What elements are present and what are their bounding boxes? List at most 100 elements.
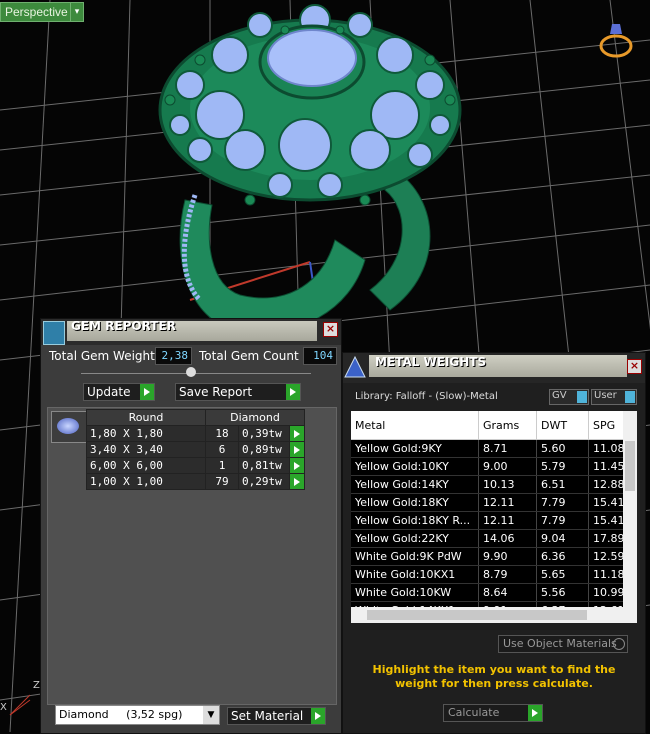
user-toggle[interactable]: User: [591, 389, 637, 405]
user-label: User: [594, 390, 617, 401]
gem-reporter-panel: GEM REPORTER × Total Gem Weight 2,38 Tot…: [40, 318, 342, 734]
update-label: Update: [87, 385, 131, 399]
play-icon: [528, 705, 542, 721]
gem-weight: 0,81tw: [238, 457, 290, 474]
gv-label: GV: [552, 390, 567, 401]
close-icon[interactable]: ×: [627, 359, 642, 374]
play-icon[interactable]: [289, 425, 305, 442]
table-row[interactable]: 3,40 X 3,40 6 0,89tw: [86, 441, 305, 458]
update-button[interactable]: Update: [83, 383, 155, 401]
metal-name: White Gold:9K PdW: [351, 547, 479, 566]
gem-size: 1,00 X 1,00: [86, 473, 206, 490]
metal-dwt: 5.65: [536, 565, 589, 584]
table-row[interactable]: 1,00 X 1,00 79 0,29tw: [86, 473, 305, 490]
round-gem-icon[interactable]: [51, 411, 87, 443]
play-icon[interactable]: [289, 457, 305, 474]
table-row[interactable]: 6,00 X 6,00 1 0,81tw: [86, 457, 305, 474]
metal-grams: 8.79: [478, 565, 537, 584]
gem-reporter-titlebar[interactable]: GEM REPORTER ×: [41, 319, 341, 345]
viewport-label[interactable]: Perspective: [0, 2, 73, 22]
horizontal-scrollbar[interactable]: [351, 607, 637, 623]
toggle-indicator: [625, 391, 635, 403]
metal-grams: 12.11: [478, 493, 537, 512]
metal-dwt: 9.04: [536, 529, 589, 548]
gem-count: 6: [205, 441, 239, 458]
vertical-scrollbar[interactable]: [623, 411, 637, 607]
table-row[interactable]: Yellow Gold:14KY 10.13 6.51 12.88: [351, 475, 635, 494]
material-select[interactable]: Diamond (3,52 spg) ▼: [55, 705, 220, 725]
material-select-value: Diamond (3,52 spg): [59, 708, 183, 721]
gem-reporter-icon: [43, 321, 65, 345]
scroll-thumb[interactable]: [625, 441, 635, 491]
table-row[interactable]: White Gold:10KX1 8.79 5.65 11.18: [351, 565, 635, 584]
metal-weights-panel: METAL WEIGHTS × Library: Falloff - (Slow…: [342, 352, 646, 734]
metal-grams: 8.64: [478, 583, 537, 602]
table-row[interactable]: 1,80 X 1,80 18 0,39tw: [86, 425, 305, 442]
metal-name: Yellow Gold:14KY: [351, 475, 479, 494]
metal-grams: 9.90: [478, 547, 537, 566]
table-row[interactable]: Yellow Gold:22KY 14.06 9.04 17.89: [351, 529, 635, 548]
play-icon[interactable]: [289, 473, 305, 490]
use-object-materials-label: Use Object Materials: [503, 637, 617, 650]
metal-weights-title: METAL WEIGHTS: [375, 355, 487, 369]
col-material: Diamond: [205, 409, 305, 426]
metal-name: Yellow Gold:22KY: [351, 529, 479, 548]
scroll-thumb[interactable]: [367, 610, 587, 620]
table-row[interactable]: Yellow Gold:18KY R... 12.11 7.79 15.41: [351, 511, 635, 530]
toggle-indicator: [577, 391, 587, 403]
calculate-label: Calculate: [448, 706, 500, 719]
gem-size: 1,80 X 1,80: [86, 425, 206, 442]
table-row[interactable]: Yellow Gold:9KY 8.71 5.60 11.08: [351, 439, 635, 458]
table-row[interactable]: Yellow Gold:18KY 12.11 7.79 15.41: [351, 493, 635, 512]
col-grams[interactable]: Grams: [478, 411, 537, 440]
slider-handle[interactable]: [186, 367, 196, 377]
play-icon[interactable]: [289, 441, 305, 458]
gem-weight: 0,39tw: [238, 425, 290, 442]
metal-dwt: 6.36: [536, 547, 589, 566]
total-weight-value: 2,38: [155, 347, 192, 365]
hint-text: Highlight the item you want to find the …: [372, 663, 616, 690]
table-row[interactable]: White Gold:10KW 8.64 5.56 10.99: [351, 583, 635, 602]
gem-table: Round Diamond 1,80 X 1,80 18 0,39tw 3,40 X…: [86, 409, 305, 490]
play-icon: [311, 708, 325, 724]
metal-weights-titlebar[interactable]: METAL WEIGHTS ×: [343, 353, 645, 383]
metal-name: Yellow Gold:10KY: [351, 457, 479, 476]
use-object-materials-toggle[interactable]: Use Object Materials: [498, 635, 628, 653]
metal-dwt: 5.79: [536, 457, 589, 476]
metal-table: Metal Grams DWT SPG Yellow Gold:9KY 8.71 5…: [351, 411, 637, 623]
metal-dwt: 7.79: [536, 493, 589, 512]
col-metal[interactable]: Metal: [351, 411, 479, 440]
gem-count: 18: [205, 425, 239, 442]
metal-grams: 9.00: [478, 457, 537, 476]
save-report-label: Save Report: [179, 385, 253, 399]
save-report-button[interactable]: Save Report: [175, 383, 301, 401]
calculate-button[interactable]: Calculate: [443, 704, 543, 722]
metal-name: Yellow Gold:18KY: [351, 493, 479, 512]
library-label: Library: Falloff - (Slow)-Metal: [355, 391, 498, 402]
metal-dwt: 5.56: [536, 583, 589, 602]
metal-name: Yellow Gold:9KY: [351, 439, 479, 458]
metal-weights-icon: [344, 355, 366, 378]
metal-name: White Gold:10KX1: [351, 565, 479, 584]
svg-text:Z: Z: [33, 680, 40, 691]
play-icon: [140, 384, 154, 400]
gem-size: 6,00 X 6,00: [86, 457, 206, 474]
metal-name: White Gold:10KW: [351, 583, 479, 602]
table-row[interactable]: Yellow Gold:10KY 9.00 5.79 11.45: [351, 457, 635, 476]
set-material-label: Set Material: [231, 709, 304, 723]
gv-toggle[interactable]: GV: [549, 389, 589, 405]
gem-count: 1: [205, 457, 239, 474]
svg-text:X: X: [0, 702, 7, 713]
gem-size: 3,40 X 3,40: [86, 441, 206, 458]
set-material-button[interactable]: Set Material: [227, 707, 326, 725]
metal-dwt: 7.79: [536, 511, 589, 530]
total-weight-label: Total Gem Weight: [49, 349, 155, 363]
col-dwt[interactable]: DWT: [536, 411, 589, 440]
table-row[interactable]: White Gold:9K PdW 9.90 6.36 12.59: [351, 547, 635, 566]
gem-reporter-title: GEM REPORTER: [71, 319, 176, 333]
viewport-menu-button[interactable]: ▾: [70, 2, 84, 22]
divider: [81, 373, 311, 374]
total-count-label: Total Gem Count: [199, 349, 299, 363]
close-icon[interactable]: ×: [323, 322, 338, 337]
total-count-value: 104: [303, 347, 337, 365]
